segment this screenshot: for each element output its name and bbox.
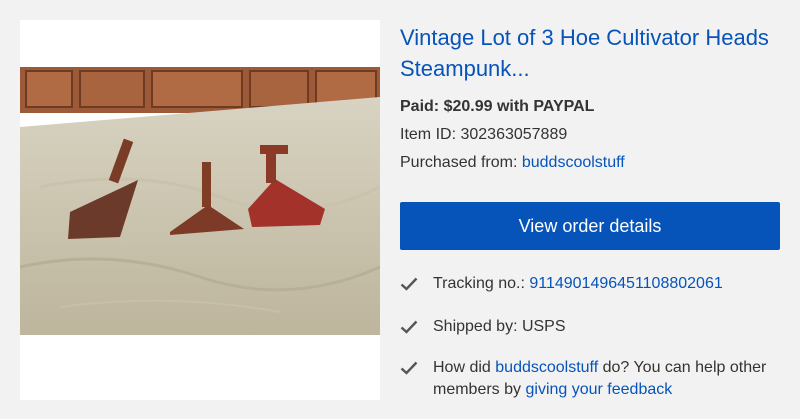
feedback-prefix: How did — [433, 359, 491, 376]
feedback-text: How did buddscoolstuff do? You can help … — [433, 357, 783, 401]
check-icon — [400, 361, 418, 375]
purchased-from-label: Purchased from: — [400, 154, 518, 171]
item-photo[interactable] — [20, 67, 380, 335]
check-icon — [400, 320, 418, 334]
tracking-text: Tracking no.: 9114901496451108802061 — [433, 273, 783, 295]
check-icon — [400, 277, 418, 291]
item-id-label: Item ID: — [400, 126, 457, 143]
give-feedback-link[interactable]: giving your feedback — [525, 381, 672, 398]
tracking-label: Tracking no.: — [433, 275, 525, 292]
item-title-link[interactable]: Vintage Lot of 3 Hoe Cultivator Heads St… — [400, 22, 780, 84]
item-id-value: 302363057889 — [460, 126, 568, 143]
feedback-seller-link[interactable]: buddscoolstuff — [495, 359, 598, 376]
item-image-frame[interactable] — [20, 20, 380, 400]
shipped-by-text: Shipped by: USPS — [433, 318, 566, 335]
tracking-number-link[interactable]: 9114901496451108802061 — [529, 275, 722, 292]
view-order-details-button[interactable]: View order details — [400, 202, 780, 250]
seller-link[interactable]: buddscoolstuff — [522, 154, 625, 171]
purchased-from-row: Purchased from: buddscoolstuff — [400, 154, 625, 172]
payment-summary: Paid: $20.99 with PAYPAL — [400, 98, 595, 115]
item-id-row: Item ID: 302363057889 — [400, 126, 567, 144]
